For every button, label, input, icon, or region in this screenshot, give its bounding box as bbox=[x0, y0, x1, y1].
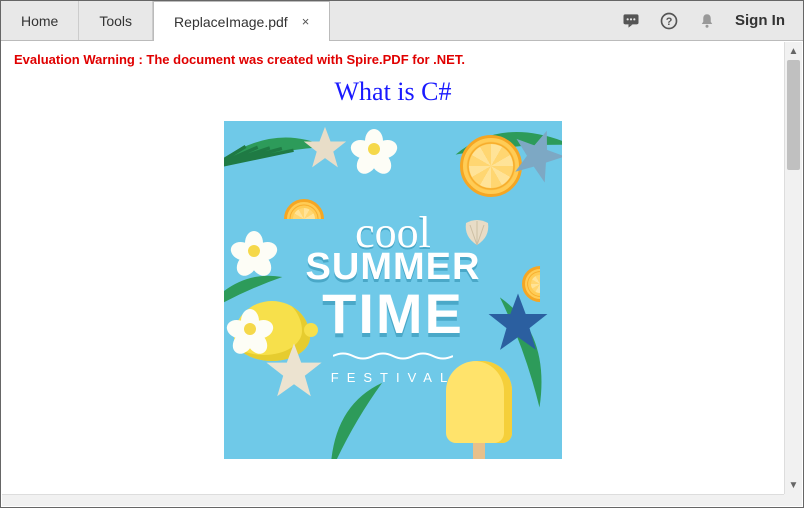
bell-icon[interactable] bbox=[697, 11, 717, 31]
toolbar: Home Tools ReplaceImage.pdf × ? Sign In bbox=[1, 1, 803, 41]
horizontal-scrollbar[interactable] bbox=[2, 494, 784, 506]
document-view: Evaluation Warning : The document was cr… bbox=[2, 42, 784, 494]
page-title: What is C# bbox=[14, 77, 772, 107]
poster-festival: FESTIVAL bbox=[331, 370, 455, 385]
content-area: Evaluation Warning : The document was cr… bbox=[2, 42, 802, 506]
tab-label: Home bbox=[21, 13, 58, 29]
scroll-corner bbox=[784, 494, 802, 506]
comment-icon[interactable] bbox=[621, 11, 641, 31]
poster-image: cool SUMMER TIME FESTIVAL bbox=[224, 121, 562, 459]
tab-home[interactable]: Home bbox=[1, 1, 79, 40]
scroll-down-icon[interactable]: ▼ bbox=[785, 476, 802, 494]
tab-tools[interactable]: Tools bbox=[79, 1, 153, 40]
help-icon[interactable]: ? bbox=[659, 11, 679, 31]
signin-button[interactable]: Sign In bbox=[735, 12, 785, 29]
scroll-thumb[interactable] bbox=[787, 60, 800, 170]
wave-divider-icon bbox=[333, 348, 453, 366]
tab-label: ReplaceImage.pdf bbox=[174, 14, 288, 30]
scroll-track[interactable] bbox=[787, 60, 800, 476]
svg-text:?: ? bbox=[666, 16, 673, 28]
tab-label: Tools bbox=[99, 13, 132, 29]
toolbar-right: ? Sign In bbox=[603, 1, 803, 40]
poster-cool: cool bbox=[355, 215, 431, 250]
vertical-scrollbar[interactable]: ▲ ▼ bbox=[784, 42, 802, 494]
evaluation-warning: Evaluation Warning : The document was cr… bbox=[14, 52, 772, 67]
tab-document[interactable]: ReplaceImage.pdf × bbox=[153, 1, 330, 41]
image-holder: cool SUMMER TIME FESTIVAL bbox=[14, 121, 772, 459]
spacer bbox=[330, 1, 603, 40]
poster-time: TIME bbox=[322, 289, 464, 339]
close-icon[interactable]: × bbox=[302, 14, 310, 29]
poster-text: cool SUMMER TIME FESTIVAL bbox=[224, 121, 562, 459]
scroll-up-icon[interactable]: ▲ bbox=[785, 42, 802, 60]
